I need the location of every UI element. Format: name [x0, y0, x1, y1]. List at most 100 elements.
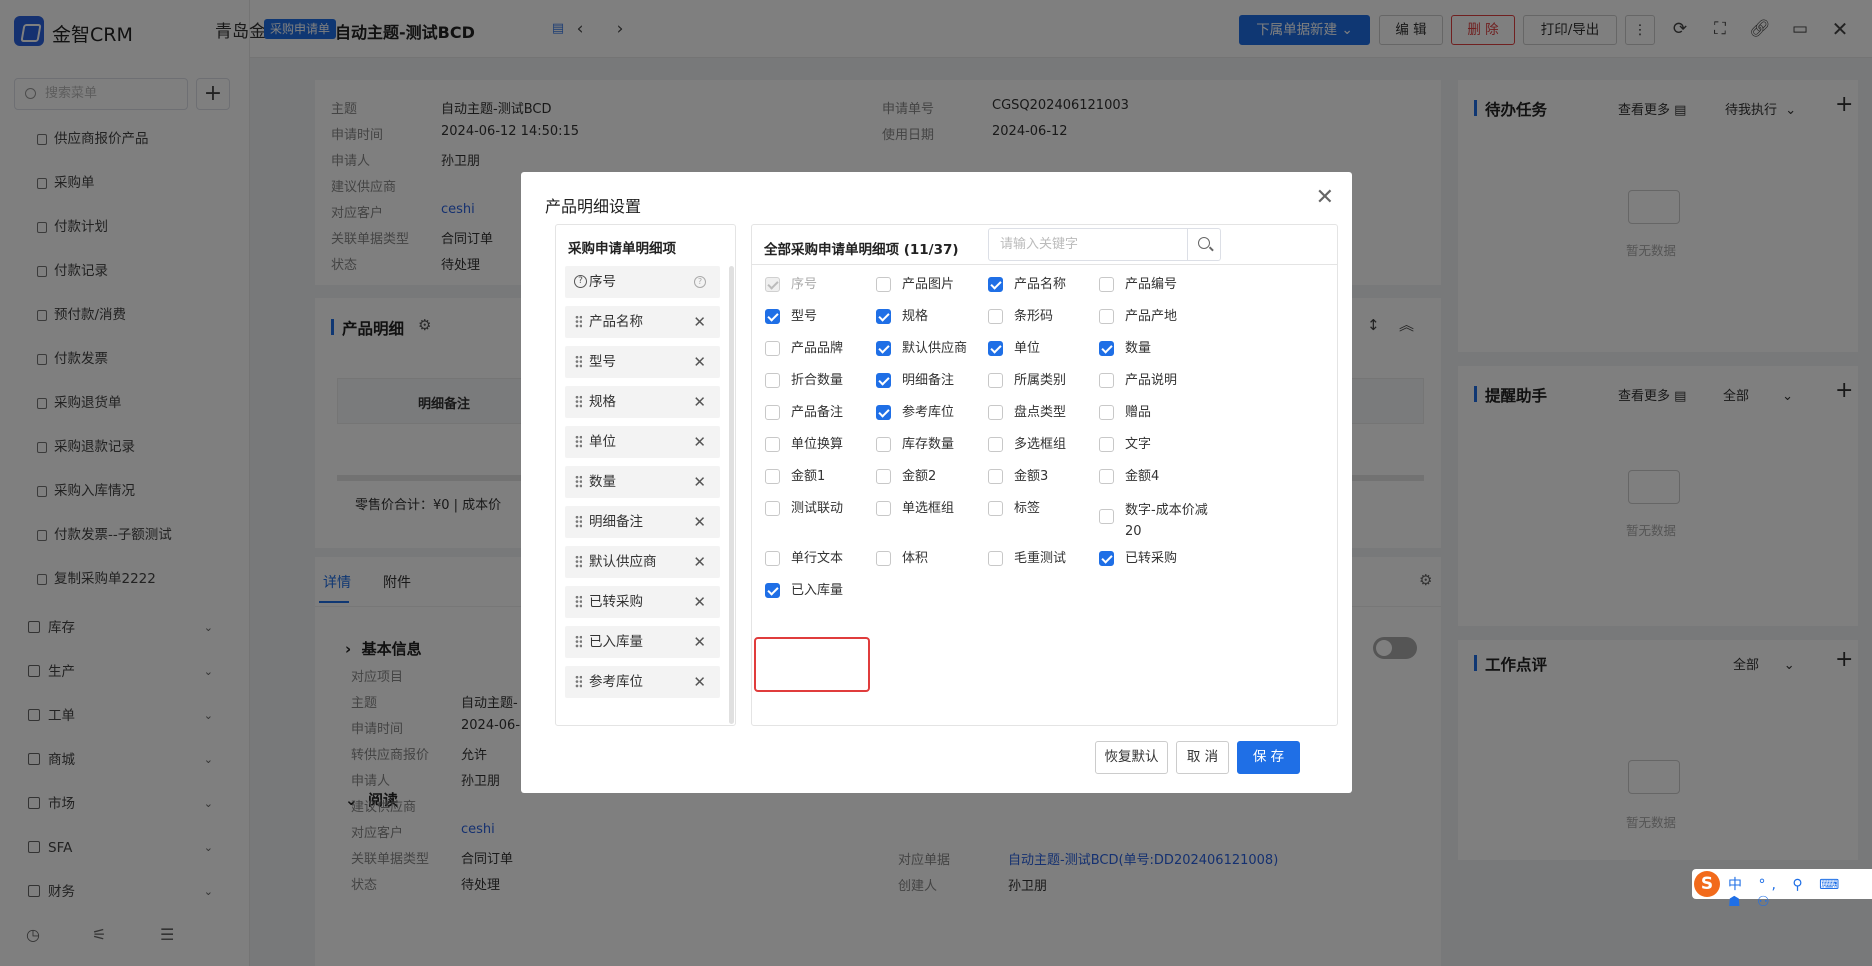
cancel-button[interactable]: 取 消 [1176, 741, 1229, 774]
checkbox-box[interactable] [876, 373, 891, 388]
drag-handle-icon[interactable] [575, 595, 582, 608]
column-checkbox[interactable]: 产品说明 [1099, 372, 1207, 390]
checkbox-box[interactable] [765, 583, 780, 598]
column-checkbox[interactable]: 单位换算 [765, 436, 873, 454]
checkbox-box[interactable] [988, 501, 1003, 516]
close-icon[interactable]: ✕ [1316, 187, 1334, 209]
remove-icon[interactable]: ✕ [693, 586, 706, 618]
drag-handle-icon[interactable] [575, 315, 582, 328]
column-checkbox[interactable]: 产品编号 [1099, 276, 1207, 294]
column-checkbox[interactable]: 单选框组 [876, 500, 984, 518]
column-checkbox[interactable]: 数量 [1099, 340, 1207, 358]
checkbox-box[interactable] [1099, 373, 1114, 388]
column-checkbox[interactable]: 已转采购 [1099, 550, 1207, 568]
ime-logo-icon[interactable]: S [1694, 871, 1720, 897]
save-button[interactable]: 保 存 [1237, 741, 1300, 774]
checkbox-box[interactable] [988, 277, 1003, 292]
drag-handle-icon[interactable] [575, 475, 582, 488]
search-icon[interactable] [1187, 229, 1220, 260]
checkbox-box[interactable] [765, 501, 780, 516]
column-checkbox[interactable]: 毛重测试 [988, 550, 1096, 568]
column-checkbox[interactable]: 明细备注 [876, 372, 984, 390]
checkbox-box[interactable] [765, 277, 780, 292]
column-checkbox[interactable]: 条形码 [988, 308, 1096, 326]
checkbox-box[interactable] [876, 469, 891, 484]
column-checkbox[interactable]: 体积 [876, 550, 984, 568]
restore-default-button[interactable]: 恢复默认 [1095, 741, 1168, 774]
column-checkbox[interactable]: 赠品 [1099, 404, 1207, 422]
selected-column-item[interactable]: 型号 ✕ [565, 346, 720, 378]
checkbox-box[interactable] [876, 501, 891, 516]
remove-icon[interactable]: ✕ [693, 666, 706, 698]
column-checkbox[interactable]: 折合数量 [765, 372, 873, 390]
remove-icon[interactable]: ✕ [693, 546, 706, 578]
selected-column-item[interactable]: 参考库位 ✕ [565, 666, 720, 698]
selected-column-item[interactable]: 单位 ✕ [565, 426, 720, 458]
column-checkbox[interactable]: 参考库位 [876, 404, 984, 422]
column-checkbox[interactable]: 产品品牌 [765, 340, 873, 358]
drag-handle-icon[interactable] [575, 355, 582, 368]
column-checkbox[interactable]: 金额3 [988, 468, 1096, 486]
column-checkbox[interactable]: 数字-成本价减20 [1099, 503, 1208, 539]
column-checkbox[interactable]: 金额2 [876, 468, 984, 486]
column-checkbox[interactable]: 库存数量 [876, 436, 984, 454]
checkbox-box[interactable] [876, 341, 891, 356]
selected-column-item[interactable]: ? 序号? [565, 266, 720, 298]
selected-column-item[interactable]: 数量 ✕ [565, 466, 720, 498]
column-checkbox[interactable]: 已入库量 [765, 582, 873, 600]
column-checkbox[interactable]: 产品图片 [876, 276, 984, 294]
drag-handle-icon[interactable] [575, 435, 582, 448]
column-checkbox[interactable]: 产品产地 [1099, 308, 1207, 326]
checkbox-box[interactable] [1099, 509, 1114, 524]
checkbox-box[interactable] [876, 277, 891, 292]
column-checkbox[interactable]: 单行文本 [765, 550, 873, 568]
selected-column-item[interactable]: 默认供应商 ✕ [565, 546, 720, 578]
checkbox-box[interactable] [1099, 469, 1114, 484]
checkbox-box[interactable] [988, 373, 1003, 388]
checkbox-box[interactable] [988, 405, 1003, 420]
selected-column-item[interactable]: 明细备注 ✕ [565, 506, 720, 538]
remove-icon[interactable]: ✕ [693, 346, 706, 378]
checkbox-box[interactable] [876, 309, 891, 324]
remove-icon[interactable]: ✕ [693, 426, 706, 458]
selected-column-item[interactable]: 已入库量 ✕ [565, 626, 720, 658]
selected-column-item[interactable]: 产品名称 ✕ [565, 306, 720, 338]
drag-handle-icon[interactable] [575, 515, 582, 528]
checkbox-box[interactable] [1099, 341, 1114, 356]
column-checkbox[interactable]: 产品名称 [988, 276, 1096, 294]
checkbox-box[interactable] [765, 309, 780, 324]
column-checkbox[interactable]: 金额4 [1099, 468, 1207, 486]
checkbox-box[interactable] [876, 551, 891, 566]
column-checkbox[interactable]: 规格 [876, 308, 984, 326]
drag-handle-icon[interactable] [575, 395, 582, 408]
selected-column-item[interactable]: 规格 ✕ [565, 386, 720, 418]
checkbox-box[interactable] [1099, 309, 1114, 324]
checkbox-box[interactable] [988, 551, 1003, 566]
drag-handle-icon[interactable] [575, 635, 582, 648]
remove-icon[interactable]: ✕ [693, 386, 706, 418]
column-checkbox[interactable]: 盘点类型 [988, 404, 1096, 422]
remove-icon[interactable]: ✕ [693, 306, 706, 338]
checkbox-box[interactable] [1099, 277, 1114, 292]
checkbox-box[interactable] [765, 405, 780, 420]
scrollbar[interactable] [729, 266, 734, 724]
checkbox-box[interactable] [765, 551, 780, 566]
selected-column-item[interactable]: 已转采购 ✕ [565, 586, 720, 618]
checkbox-box[interactable] [1099, 405, 1114, 420]
checkbox-box[interactable] [765, 437, 780, 452]
checkbox-box[interactable] [876, 405, 891, 420]
column-checkbox[interactable]: 单位 [988, 340, 1096, 358]
remove-icon[interactable]: ✕ [693, 506, 706, 538]
remove-icon[interactable]: ✕ [693, 466, 706, 498]
checkbox-box[interactable] [765, 341, 780, 356]
checkbox-box[interactable] [765, 373, 780, 388]
column-checkbox[interactable]: 标签 [988, 500, 1096, 518]
drag-handle-icon[interactable] [575, 675, 582, 688]
column-checkbox[interactable]: 文字 [1099, 436, 1207, 454]
column-checkbox[interactable]: 金额1 [765, 468, 873, 486]
checkbox-box[interactable] [988, 469, 1003, 484]
column-checkbox[interactable]: 所属类别 [988, 372, 1096, 390]
column-checkbox[interactable]: 测试联动 [765, 500, 873, 518]
checkbox-box[interactable] [988, 341, 1003, 356]
checkbox-box[interactable] [765, 469, 780, 484]
